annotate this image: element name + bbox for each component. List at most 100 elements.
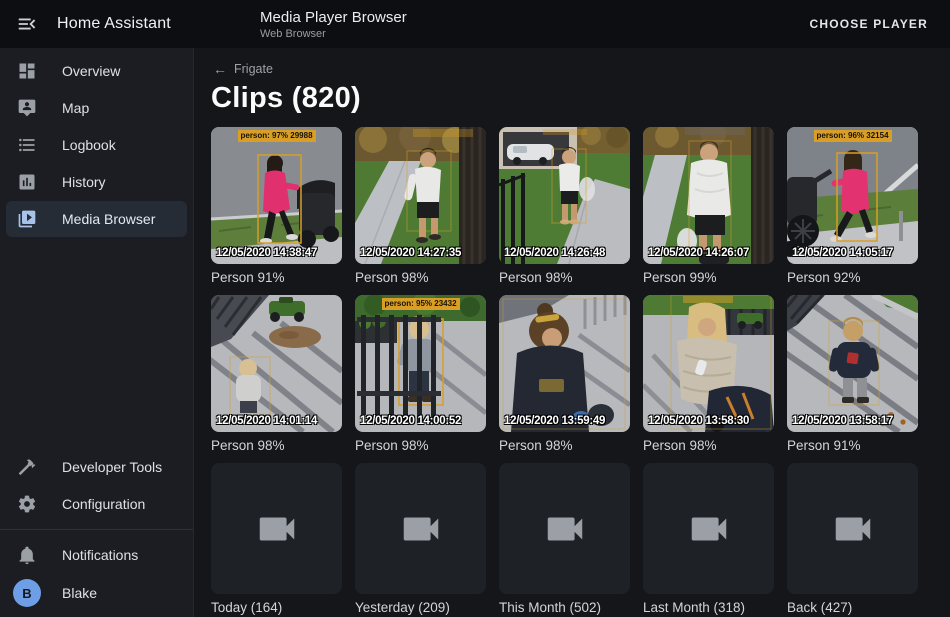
- clip-timestamp: 12/05/2020 14:26:07: [648, 247, 749, 259]
- clip-timestamp: 12/05/2020 13:58:30: [648, 415, 749, 427]
- panel-title: Media Player Browser: [260, 9, 407, 26]
- video-camera-icon: [254, 506, 300, 552]
- header-left-section: Home Assistant: [0, 12, 194, 36]
- clip-thumbnail[interactable]: 12/05/2020 14:26:48: [499, 127, 630, 264]
- map-person-icon: [17, 98, 37, 118]
- back-navigation[interactable]: ← Frigate: [213, 62, 273, 76]
- clip-caption: Person 98%: [211, 438, 342, 454]
- user-name: Blake: [62, 585, 97, 601]
- sidebar-item-history[interactable]: History: [6, 164, 187, 200]
- folder-caption: Last Month (318): [643, 600, 774, 616]
- clip-thumbnail[interactable]: person: 95% 23432 12/05/2020 14:00:52: [355, 295, 486, 432]
- clip-item: 12/05/2020 14:26:07 Person 99%: [643, 127, 774, 286]
- clip-scene-art: [355, 127, 486, 264]
- clip-scene-art: [499, 127, 630, 264]
- clip-item: 12/05/2020 14:01:14 Person 98%: [211, 295, 342, 454]
- sidebar-item-notifications[interactable]: Notifications: [6, 537, 187, 573]
- app-title: Home Assistant: [57, 15, 171, 33]
- folder-thumbnail[interactable]: [355, 463, 486, 594]
- clip-scene-art: [355, 295, 486, 432]
- detection-label: person: 96% 32154: [813, 130, 891, 142]
- folder-caption: Today (164): [211, 600, 342, 616]
- clip-timestamp: 12/05/2020 14:05:17: [792, 247, 893, 259]
- clip-caption: Person 98%: [643, 438, 774, 454]
- clip-thumbnail[interactable]: 12/05/2020 14:27:35: [355, 127, 486, 264]
- back-arrow-icon: ←: [213, 62, 227, 76]
- clip-thumbnail[interactable]: 12/05/2020 14:01:14: [211, 295, 342, 432]
- sidebar-item-overview[interactable]: Overview: [6, 53, 187, 89]
- folder-thumbnail[interactable]: [787, 463, 918, 594]
- folder-thumbnail[interactable]: [643, 463, 774, 594]
- sidebar-divider: [0, 529, 193, 530]
- clip-item: 12/05/2020 13:58:30 Person 98%: [643, 295, 774, 454]
- sidebar-item-media-browser[interactable]: Media Browser: [6, 201, 187, 237]
- folder-caption: This Month (502): [499, 600, 630, 616]
- clip-timestamp: 12/05/2020 14:27:35: [360, 247, 461, 259]
- detection-label: person: 95% 23432: [381, 298, 459, 310]
- sidebar-item-user[interactable]: B Blake: [6, 575, 187, 611]
- page-title: Clips (820): [211, 82, 950, 115]
- history-chart-icon: [17, 172, 37, 192]
- developer-tools-icon: [17, 457, 37, 477]
- clip-scene-art: [787, 127, 918, 264]
- clip-scene-art: [211, 127, 342, 264]
- clip-thumbnail[interactable]: 12/05/2020 13:58:30: [643, 295, 774, 432]
- clip-item: 12/05/2020 13:58:17 Person 91%: [787, 295, 918, 454]
- sidebar-item-developer-tools[interactable]: Developer Tools: [6, 449, 187, 485]
- folder-thumbnail[interactable]: [499, 463, 630, 594]
- folder-thumbnail[interactable]: [211, 463, 342, 594]
- bell-icon-slot: [17, 545, 37, 565]
- folder-caption: Back (427): [787, 600, 918, 616]
- folder-item: This Month (502): [499, 463, 630, 616]
- sidebar-item-map[interactable]: Map: [6, 90, 187, 126]
- video-camera-icon: [542, 506, 588, 552]
- back-label: Frigate: [234, 62, 273, 76]
- menu-open-icon: [16, 13, 38, 35]
- view-dashboard-icon: [17, 61, 37, 81]
- clip-thumbnail[interactable]: 12/05/2020 14:26:07: [643, 127, 774, 264]
- clip-thumbnail[interactable]: person: 96% 32154 12/05/2020 14:05:17: [787, 127, 918, 264]
- media-browser-icon: [17, 209, 37, 229]
- clip-item: 12/05/2020 13:59:49 Person 98%: [499, 295, 630, 454]
- app-header: Home Assistant Media Player Browser Web …: [0, 0, 950, 48]
- sidebar-item-label: Map: [62, 100, 89, 116]
- folder-item: Yesterday (209): [355, 463, 486, 616]
- sidebar-spacer: [0, 238, 193, 448]
- video-camera-icon: [686, 506, 732, 552]
- clip-caption: Person 98%: [355, 438, 486, 454]
- clip-thumbnail[interactable]: 12/05/2020 13:59:49: [499, 295, 630, 432]
- clip-scene-art: [643, 295, 774, 432]
- clip-caption: Person 98%: [499, 438, 630, 454]
- video-camera-icon: [398, 506, 444, 552]
- detection-label: person: 97% 29988: [237, 130, 315, 142]
- folder-caption: Yesterday (209): [355, 600, 486, 616]
- clip-caption: Person 91%: [787, 438, 918, 454]
- clip-scene-art: [499, 295, 630, 432]
- sidebar-nav-list: Overview Map LogbookHistoryMedia Browser: [0, 52, 193, 238]
- sidebar-item-label: Configuration: [62, 496, 145, 512]
- sidebar-item-configuration[interactable]: Configuration: [6, 486, 187, 522]
- clip-scene-art: [643, 127, 774, 264]
- clip-caption: Person 91%: [211, 270, 342, 286]
- clip-thumbnail[interactable]: person: 97% 29988 12/05/2020 14:38:47: [211, 127, 342, 264]
- panel-subtitle: Web Browser: [260, 28, 407, 40]
- choose-player-button[interactable]: CHOOSE PLAYER: [803, 16, 934, 32]
- folder-item: Back (427): [787, 463, 918, 616]
- sidebar-footer-list: Developer Tools Configuration: [0, 448, 193, 523]
- clip-timestamp: 12/05/2020 13:58:17: [792, 415, 893, 427]
- clip-caption: Person 98%: [499, 270, 630, 286]
- clip-timestamp: 12/05/2020 13:59:49: [504, 415, 605, 427]
- clip-timestamp: 12/05/2020 14:00:52: [360, 415, 461, 427]
- user-avatar: B: [13, 579, 41, 607]
- clip-caption: Person 99%: [643, 270, 774, 286]
- sidebar-item-logbook[interactable]: Logbook: [6, 127, 187, 163]
- configuration-gear-icon: [17, 494, 37, 514]
- clip-thumbnail[interactable]: 12/05/2020 13:58:17: [787, 295, 918, 432]
- sidebar-toggle-button[interactable]: [16, 12, 40, 36]
- clip-item: person: 96% 32154 12/05/2020 14:05:17 Pe…: [787, 127, 918, 286]
- folder-item: Today (164): [211, 463, 342, 616]
- panel-title-block: Media Player Browser Web Browser: [260, 9, 407, 40]
- clip-caption: Person 98%: [355, 270, 486, 286]
- media-browser-content: ← Frigate Clips (820) person: 97% 29988 …: [194, 48, 950, 617]
- clip-scene-art: [211, 295, 342, 432]
